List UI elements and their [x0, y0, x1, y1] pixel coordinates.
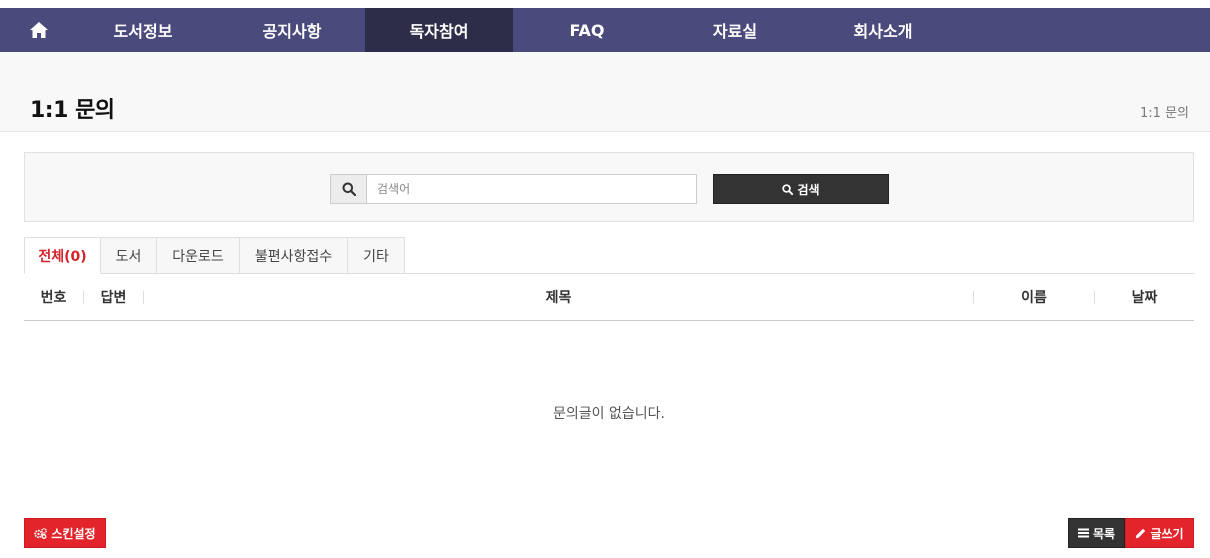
search-input[interactable] [366, 174, 697, 204]
search-button[interactable]: 검색 [713, 174, 889, 204]
tab-all[interactable]: 전체(0) [24, 237, 101, 274]
nav-item-book-info[interactable]: 도서정보 [78, 8, 208, 52]
tab-download[interactable]: 다운로드 [157, 237, 240, 274]
nav-home-button[interactable] [0, 8, 78, 52]
nav-item-notice[interactable]: 공지사항 [219, 8, 365, 52]
skin-settings-button[interactable]: 스킨설정 [24, 518, 106, 548]
column-number: 번호 [40, 290, 67, 306]
nav-item-archive[interactable]: 자료실 [661, 8, 809, 52]
breadcrumb: 1:1 문의 [1140, 106, 1189, 121]
table-header: 번호 답변 제목 이름 날짜 [24, 274, 1194, 321]
column-date: 날짜 [1131, 290, 1158, 306]
tab-complaint[interactable]: 불편사항접수 [240, 237, 348, 274]
category-tabs: 전체(0) 도서 다운로드 불편사항접수 기타 [24, 237, 405, 274]
search-addon [330, 174, 367, 204]
tab-books[interactable]: 도서 [101, 237, 157, 274]
nav-item-faq[interactable]: FAQ [513, 8, 661, 52]
page-title: 1:1 문의 [30, 98, 115, 123]
empty-list-message: 문의글이 없습니다. [553, 406, 665, 422]
search-panel: 검색 [24, 152, 1194, 222]
tab-etc[interactable]: 기타 [348, 237, 405, 274]
main-navigation: 도서정보 공지사항 독자참여 FAQ 자료실 회사소개 [0, 8, 1210, 52]
home-icon [30, 22, 48, 38]
search-icon [782, 183, 794, 195]
search-icon [342, 182, 356, 196]
gears-icon [34, 527, 48, 539]
write-button[interactable]: 글쓰기 [1125, 518, 1194, 548]
skin-settings-label: 스킨설정 [51, 526, 96, 541]
list-icon [1077, 528, 1089, 538]
column-subject: 제목 [545, 290, 572, 306]
page-header: 1:1 문의 1:1 문의 [0, 52, 1210, 132]
nav-item-reader-participation[interactable]: 독자참여 [365, 8, 513, 52]
column-answer: 답변 [100, 290, 127, 306]
write-button-label: 글쓰기 [1150, 526, 1184, 541]
list-button-label: 목록 [1092, 526, 1116, 541]
nav-item-company[interactable]: 회사소개 [809, 8, 957, 52]
list-button[interactable]: 목록 [1068, 518, 1125, 548]
top-spacer [0, 0, 1210, 8]
column-name: 이름 [1021, 290, 1047, 306]
search-button-label: 검색 [797, 182, 820, 197]
pencil-icon [1136, 528, 1146, 538]
